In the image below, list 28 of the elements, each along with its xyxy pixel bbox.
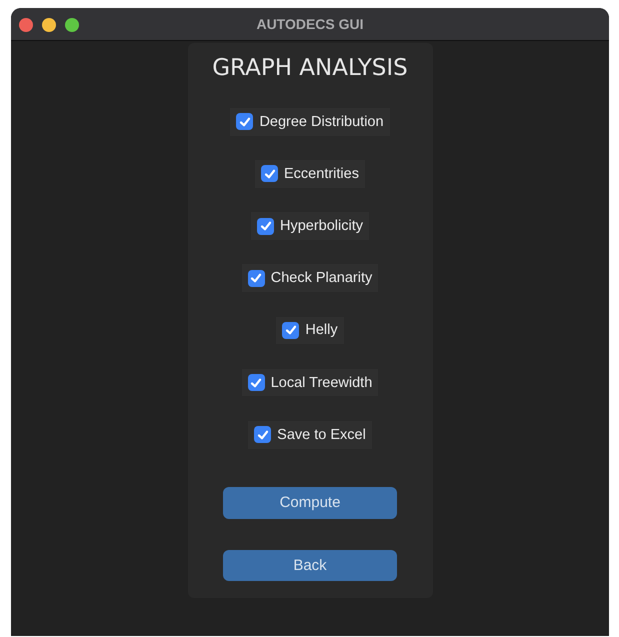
option-checkbox[interactable]: Helly	[276, 316, 344, 344]
window-title: AUTODECS GUI	[256, 16, 364, 32]
option-checkbox[interactable]: Save to Excel	[248, 420, 372, 449]
minimize-button[interactable]	[42, 18, 56, 32]
checkmark-icon	[260, 220, 272, 232]
checkbox[interactable]	[282, 322, 300, 339]
checkmark-icon	[238, 116, 251, 128]
option-checkbox[interactable]: Hyperbolicity	[251, 212, 369, 240]
checkbox[interactable]	[236, 113, 254, 130]
zoom-button[interactable]	[65, 18, 79, 32]
page-heading: GRAPH ANALYSIS	[212, 55, 408, 81]
option-checkbox[interactable]: Degree Distribution	[230, 108, 390, 136]
option-checkbox[interactable]: Local Treewidth	[242, 368, 378, 396]
close-button[interactable]	[19, 18, 33, 32]
checkmark-icon	[250, 376, 262, 389]
back-button[interactable]: Back	[223, 550, 397, 582]
checkbox[interactable]	[261, 165, 278, 182]
checkbox[interactable]	[254, 426, 272, 444]
checkbox[interactable]	[248, 374, 265, 392]
checkmark-icon	[264, 168, 276, 180]
checkmark-icon	[256, 428, 269, 441]
checkmark-icon	[250, 272, 262, 284]
option-checkbox[interactable]: Check Planarity	[242, 264, 378, 292]
compute-button[interactable]: Compute	[223, 487, 397, 519]
option-checkbox[interactable]: Eccentrities	[255, 160, 365, 188]
checkbox[interactable]	[248, 270, 265, 287]
checkmark-icon	[284, 324, 297, 336]
checkbox[interactable]	[257, 218, 274, 235]
